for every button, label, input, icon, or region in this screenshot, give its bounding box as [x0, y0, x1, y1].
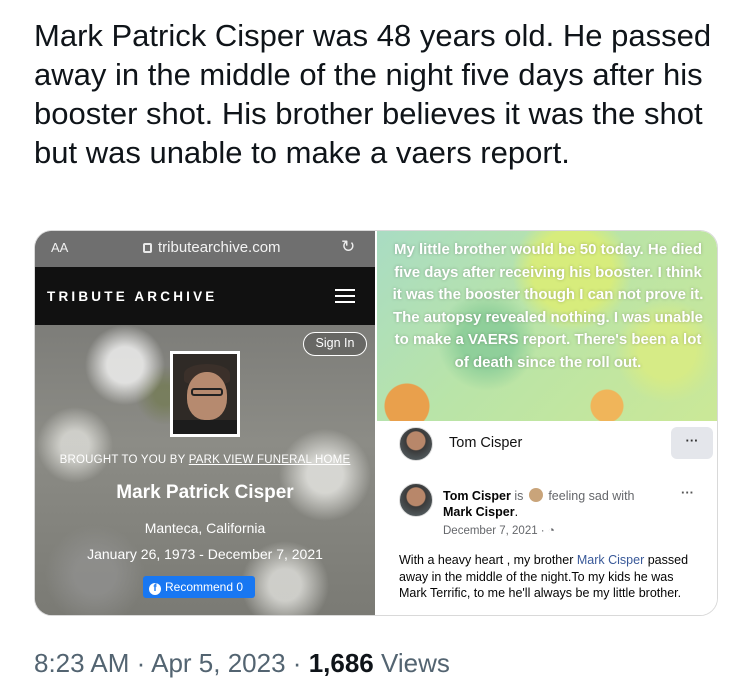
- post-feeling: feeling sad with: [548, 489, 635, 503]
- poster-name: Tom Cisper: [449, 435, 523, 451]
- poster-row: Tom Cisper ···: [377, 421, 717, 471]
- avatar: [399, 427, 433, 461]
- site-brand: TRIBUTE ARCHIVE: [47, 289, 218, 304]
- tweet-meta: 8:23 AM · Apr 5, 2023 · 1,686 Views: [34, 648, 450, 679]
- funeral-home-link: PARK VIEW FUNERAL HOME: [188, 454, 351, 466]
- facebook-post: Tom Cisper is feeling sad with Mark Cisp…: [385, 475, 715, 615]
- sad-emoji-icon: [528, 488, 543, 502]
- post-body-prefix: With a heavy heart , my brother: [399, 553, 574, 567]
- post-tagged: Mark Cisper: [443, 505, 515, 519]
- facebook-text-image: My little brother would be 50 today. He …: [377, 231, 717, 421]
- recommend-label: Recommend: [165, 580, 234, 594]
- post-author: Tom Cisper: [443, 489, 511, 503]
- brought-to-you-text: BROUGHT TO YOU BY PARK VIEW FUNERAL HOME: [35, 454, 375, 466]
- reload-icon: ↻: [341, 237, 356, 256]
- lock-icon: [143, 243, 152, 253]
- post-header: Tom Cisper is feeling sad with Mark Cisp…: [443, 488, 663, 520]
- image-text: My little brother would be 50 today. He …: [392, 241, 704, 371]
- brought-prefix: BROUGHT TO YOU BY: [59, 454, 186, 466]
- media-card[interactable]: AA tributearchive.com ↻ TRIBUTE ARCHIVE …: [34, 230, 718, 616]
- post-body-mention: Mark Cisper: [576, 553, 645, 567]
- post-body: With a heavy heart , my brother Mark Cis…: [399, 552, 703, 602]
- views-label: Views: [381, 648, 450, 678]
- post-date: December 7, 2021 · ◔: [443, 525, 555, 537]
- facebook-icon: f: [149, 583, 161, 595]
- site-header: TRIBUTE ARCHIVE: [35, 267, 375, 325]
- view-count: 1,686: [308, 648, 374, 678]
- tweet-text: Mark Patrick Cisper was 48 years old. He…: [34, 18, 712, 170]
- post-period: .: [514, 505, 519, 519]
- post-more-icon: ···: [681, 485, 694, 500]
- deceased-name: Mark Patrick Cisper: [116, 482, 294, 503]
- text-size-button: AA: [51, 240, 69, 255]
- browser-url-bar: AA tributearchive.com ↻: [35, 231, 375, 267]
- tribute-screenshot: AA tributearchive.com ↻ TRIBUTE ARCHIVE …: [35, 231, 375, 615]
- avatar: [399, 483, 433, 517]
- url-text: tributearchive.com: [158, 239, 281, 256]
- recommend-button: f Recommend 0: [143, 576, 255, 598]
- facebook-screenshot: My little brother would be 50 today. He …: [377, 231, 717, 615]
- hamburger-menu-icon: [335, 289, 355, 304]
- deceased-place: Manteca, California: [144, 520, 266, 536]
- post-is: is: [514, 489, 524, 503]
- separator: ·: [292, 648, 302, 678]
- tweet-time[interactable]: 8:23 AM: [34, 648, 129, 678]
- portrait-photo: [170, 351, 240, 437]
- url-display: tributearchive.com: [143, 239, 281, 256]
- tweet-date[interactable]: Apr 5, 2023: [151, 648, 285, 678]
- recommend-count: 0: [236, 580, 244, 594]
- separator: ·: [136, 648, 146, 678]
- sign-in-button: Sign In: [303, 332, 367, 356]
- life-dates: January 26, 1973 - December 7, 2021: [87, 546, 323, 562]
- globe-icon: ◔: [547, 525, 555, 537]
- post-date-text: December 7, 2021 ·: [443, 525, 545, 537]
- more-options-icon: ···: [671, 427, 713, 459]
